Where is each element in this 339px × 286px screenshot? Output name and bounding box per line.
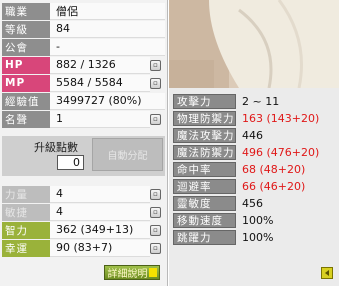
row-int: 智力 362 (349+13) ▫ <box>2 221 165 239</box>
dex-add-icon[interactable]: ▫ <box>150 206 161 218</box>
accuracy-label: 命中率 <box>173 162 236 177</box>
hp-label: HP <box>2 56 50 74</box>
hands-label: 靈敏度 <box>173 196 236 211</box>
row-str: 力量 4 ▫ <box>2 185 165 203</box>
row-hp: HP 882 / 1326 ▫ <box>2 56 165 74</box>
row-jump: 跳躍力 100% <box>173 229 337 246</box>
magic-def-label: 魔法防禦力 <box>173 145 236 160</box>
luk-value: 90 (83+7) <box>50 239 150 257</box>
character-portrait-image <box>169 0 339 88</box>
jump-label: 跳躍力 <box>173 230 236 245</box>
detail-info-label: 詳細說明 <box>107 269 148 280</box>
magic-atk-value: 446 <box>242 129 263 142</box>
dex-label: 敏捷 <box>2 203 50 221</box>
level-value: 84 <box>50 20 165 38</box>
jump-value: 100% <box>242 231 274 244</box>
row-exp: 經驗值 3499727 (80%) <box>2 92 165 110</box>
phys-def-label: 物理防禦力 <box>173 111 236 126</box>
magic-atk-label: 魔法攻擊力 <box>173 128 236 143</box>
row-dex: 敏捷 4 ▫ <box>2 203 165 221</box>
avoid-value: 66 (46+20) <box>242 180 306 193</box>
ability-point-value: 0 <box>57 155 84 170</box>
magic-def-value: 496 (476+20) <box>242 146 320 159</box>
guild-label: 公會 <box>2 38 50 56</box>
mp-value: 5584 / 5584 <box>50 74 150 92</box>
row-accuracy: 命中率 68 (48+20) <box>173 161 337 178</box>
arrow-left-icon <box>325 270 329 276</box>
mp-label: MP <box>2 74 50 92</box>
collapse-button[interactable] <box>321 267 333 279</box>
hands-value: 456 <box>242 197 263 210</box>
str-value: 4 <box>50 185 150 203</box>
ability-point-title: 升級點數 <box>34 141 78 154</box>
accuracy-value: 68 (48+20) <box>242 163 306 176</box>
attack-value: 2 ~ 11 <box>242 95 280 108</box>
detail-info-button[interactable]: 詳細說明 <box>104 265 160 280</box>
row-hands: 靈敏度 456 <box>173 195 337 212</box>
level-label: 等級 <box>2 20 50 38</box>
fame-icon[interactable]: ▫ <box>150 113 161 125</box>
auto-assign-button[interactable]: 自動分配 <box>92 138 163 171</box>
int-value: 362 (349+13) <box>50 221 150 239</box>
speed-label: 移動速度 <box>173 213 236 228</box>
str-add-icon[interactable]: ▫ <box>150 188 161 200</box>
row-mp: MP 5584 / 5584 ▫ <box>2 74 165 92</box>
row-magic-def: 魔法防禦力 496 (476+20) <box>173 144 337 161</box>
int-label: 智力 <box>2 221 50 239</box>
hp-value: 882 / 1326 <box>50 56 150 74</box>
row-phys-def: 物理防禦力 163 (143+20) <box>173 110 337 127</box>
avoid-label: 迴避率 <box>173 179 236 194</box>
hp-add-icon[interactable]: ▫ <box>150 59 161 71</box>
exp-value: 3499727 (80%) <box>50 92 165 110</box>
speed-value: 100% <box>242 214 274 227</box>
job-label: 職業 <box>2 2 50 20</box>
row-guild: 公會 - <box>2 38 165 56</box>
fame-label: 名聲 <box>2 110 50 128</box>
int-add-icon[interactable]: ▫ <box>150 224 161 236</box>
job-value: 僧侶 <box>50 2 165 20</box>
guild-value: - <box>50 38 165 56</box>
attack-label: 攻擊力 <box>173 94 236 109</box>
phys-def-value: 163 (143+20) <box>242 112 320 125</box>
mp-add-icon[interactable]: ▫ <box>150 77 161 89</box>
exp-label: 經驗值 <box>2 92 50 110</box>
row-attack: 攻擊力 2 ~ 11 <box>173 93 337 110</box>
luk-add-icon[interactable]: ▫ <box>150 242 161 254</box>
dex-value: 4 <box>50 203 150 221</box>
row-fame: 名聲 1 ▫ <box>2 110 165 128</box>
row-avoid: 迴避率 66 (46+20) <box>173 178 337 195</box>
row-luk: 幸運 90 (83+7) ▫ <box>2 239 165 257</box>
str-label: 力量 <box>2 185 50 203</box>
fame-value: 1 <box>50 110 150 128</box>
row-job: 職業 僧侶 <box>2 2 165 20</box>
row-magic-atk: 魔法攻擊力 446 <box>173 127 337 144</box>
luk-label: 幸運 <box>2 239 50 257</box>
row-speed: 移動速度 100% <box>173 212 337 229</box>
row-level: 等級 84 <box>2 20 165 38</box>
arrow-right-icon <box>148 268 157 277</box>
